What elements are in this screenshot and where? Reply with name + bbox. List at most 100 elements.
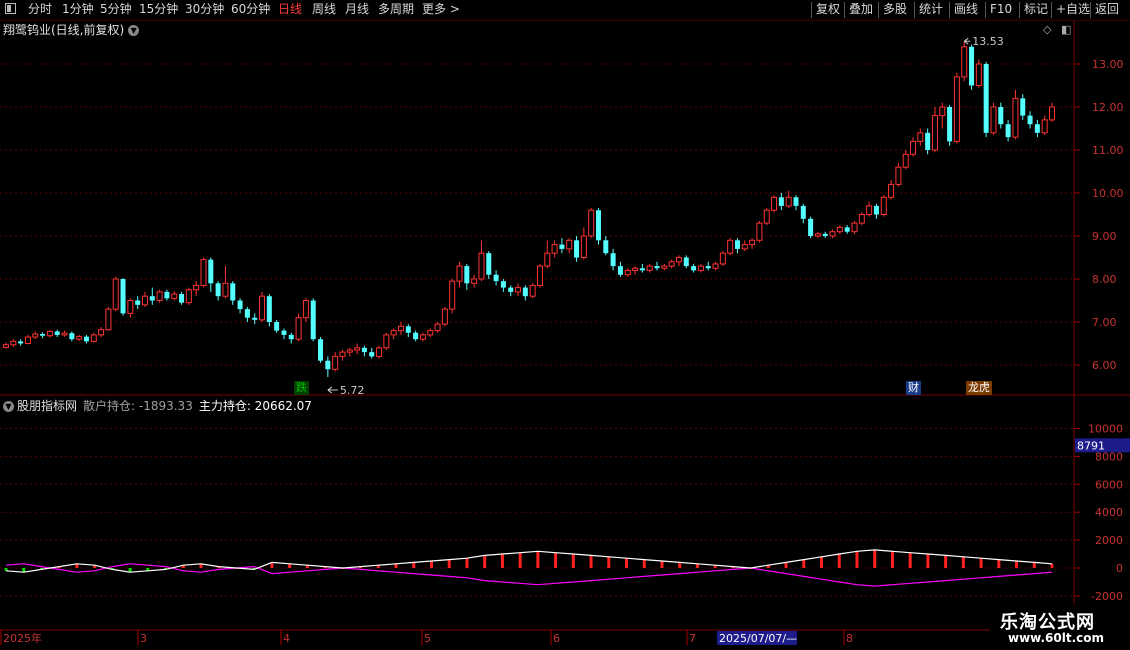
- candle-body-up: [302, 300, 309, 319]
- candle-body-up: [953, 76, 960, 142]
- price-tick-label: 10.00: [1092, 187, 1124, 200]
- main-position-bar: [837, 554, 841, 568]
- candle-body-down: [310, 300, 316, 340]
- candle-body-down: [778, 197, 784, 206]
- retail-position-line: [5, 563, 1053, 587]
- kline-chart[interactable]: 13.00 12.00 11.00 10.00 9.00 8.00 7.00 6.00 13.…: [0, 0, 1130, 650]
- candle-body-down: [493, 274, 499, 282]
- main-position-bar: [1015, 561, 1019, 568]
- candle-body-up: [910, 140, 917, 155]
- candle-body-up: [354, 347, 361, 351]
- indicator-name: 股朋指标网: [17, 399, 78, 413]
- indicator-bars: [4, 549, 1054, 573]
- candle-body-down: [800, 205, 806, 219]
- main-position-bar: [944, 555, 948, 568]
- candle-body-up: [346, 349, 353, 353]
- candle-body-down: [69, 333, 75, 340]
- candle-body-up: [675, 257, 682, 263]
- main-position-bar: [908, 552, 912, 568]
- candle-body-up: [749, 239, 756, 246]
- candle-body-up: [24, 336, 31, 344]
- candle-body-up: [866, 205, 873, 215]
- finance-badge[interactable]: 财: [906, 381, 921, 395]
- main-position-bar: [1032, 562, 1036, 568]
- indicator-tick-label: 10000: [1088, 423, 1123, 436]
- candle-body-down: [639, 268, 645, 271]
- candle-body-up: [515, 287, 522, 293]
- price-annotations: 13.535.72: [327, 35, 1004, 397]
- candle-body-up: [529, 284, 536, 297]
- main-position-bar: [961, 556, 965, 568]
- main-position-bar: [518, 552, 522, 568]
- candle-body-up: [858, 214, 865, 224]
- candle-body-up: [390, 330, 397, 336]
- candle-body-down: [508, 287, 514, 292]
- date-axis: 2025年 3 4 5 6 7 8 2025/07/07/—: [0, 630, 853, 645]
- candle-body-up: [339, 351, 346, 357]
- candle-body-down: [691, 266, 697, 271]
- candle-body-up: [193, 284, 200, 291]
- candle-body-down: [610, 253, 616, 267]
- date-label: 8: [846, 632, 853, 645]
- candle-body-up: [200, 259, 207, 286]
- candle-body-down: [83, 336, 89, 342]
- candle-body-up: [632, 267, 639, 271]
- candle-body-up: [259, 295, 266, 321]
- candle-body-up: [961, 46, 968, 78]
- candle-body-down: [969, 46, 975, 86]
- candle-body-up: [46, 330, 53, 337]
- candle-body-down: [369, 352, 375, 357]
- candle-body-up: [836, 226, 843, 233]
- main-position-bar: [412, 562, 416, 568]
- high-price-label: 13.53: [972, 35, 1004, 48]
- candle-body-up: [1049, 106, 1055, 121]
- candle-body-down: [120, 279, 126, 314]
- fall-badge[interactable]: 跌: [294, 381, 309, 395]
- main-position-label: 主力持仓: 20662.07: [198, 399, 312, 413]
- candle-body-up: [105, 308, 112, 331]
- chevron-down-icon[interactable]: ▼: [3, 401, 14, 412]
- main-position-bar: [447, 559, 451, 568]
- candle-body-up: [427, 330, 434, 336]
- main-position-bar: [1050, 563, 1054, 568]
- candle-body-down: [1034, 124, 1040, 133]
- candle-body-up: [580, 235, 587, 258]
- main-position-bar: [429, 561, 433, 568]
- candle-body-down: [844, 227, 850, 232]
- main-position-bar: [625, 558, 629, 568]
- candle-body-down: [500, 281, 506, 288]
- candle-body-down: [808, 218, 814, 236]
- price-grid: [0, 63, 1074, 366]
- candle-body-up: [939, 106, 946, 117]
- candle-body-up: [127, 300, 134, 314]
- price-tick-label: 7.00: [1092, 316, 1117, 329]
- watermark: 乐淘公式网 www.60lt.com: [990, 605, 1130, 650]
- candle-body-up: [185, 289, 192, 304]
- candle-body-down: [1005, 124, 1011, 138]
- candle-body-up: [756, 222, 763, 241]
- candle-body-up: [668, 261, 675, 267]
- price-tick-label: 6.00: [1092, 359, 1117, 372]
- candle-body-down: [925, 132, 931, 150]
- candle-body-up: [478, 252, 485, 280]
- main-position-bar: [820, 556, 824, 568]
- candle-body-up: [624, 269, 631, 276]
- candle-body-down: [413, 332, 419, 340]
- candle-body-up: [727, 239, 734, 254]
- dragon-tiger-badge[interactable]: 龙虎: [966, 381, 992, 395]
- date-label: 3: [140, 632, 147, 645]
- candle-body-up: [902, 153, 909, 168]
- main-position-bar: [642, 559, 646, 568]
- candle-body-up: [449, 280, 456, 310]
- candle-body-up: [10, 340, 17, 346]
- high-arrow: [963, 37, 971, 45]
- candle-body-down: [54, 331, 60, 335]
- candle-body-down: [464, 266, 470, 284]
- candle-body-down: [705, 266, 711, 269]
- date-label: 6: [553, 632, 560, 645]
- candle-body-down: [654, 266, 660, 269]
- candle-body-up: [441, 308, 448, 325]
- candle-body-down: [215, 283, 221, 297]
- candle-body-up: [3, 344, 9, 348]
- candle-body-up: [295, 317, 302, 340]
